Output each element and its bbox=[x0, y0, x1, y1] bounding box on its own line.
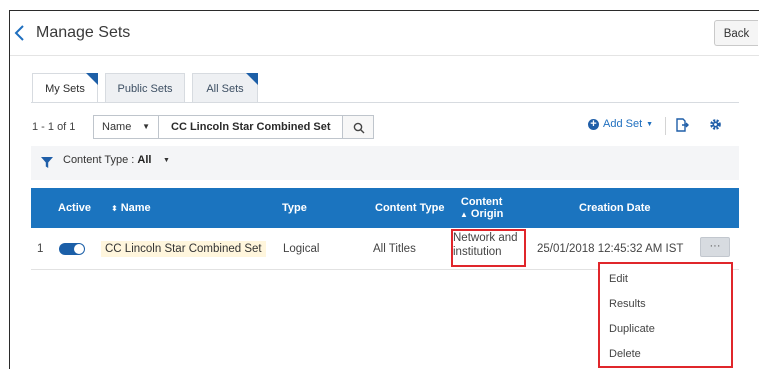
tabs-divider bbox=[31, 102, 739, 103]
row-content-type: All Titles bbox=[373, 243, 416, 255]
sort-icon: ⬍ bbox=[111, 203, 118, 213]
tab-public-sets[interactable]: Public Sets bbox=[105, 73, 185, 103]
row-name-cell[interactable]: CC Lincoln Star Combined Set bbox=[101, 228, 266, 270]
column-header-creation-date[interactable]: Creation Date bbox=[579, 188, 651, 228]
toggle-knob bbox=[74, 244, 84, 254]
row-type: Logical bbox=[283, 243, 320, 255]
caret-down-icon[interactable]: ▼ bbox=[163, 157, 170, 164]
result-count: 1 - 1 of 1 bbox=[32, 121, 76, 133]
column-header-name-label: Name bbox=[120, 202, 151, 214]
column-header-content-origin[interactable]: Content ▲ Origin bbox=[460, 188, 503, 228]
add-set-label: Add Set bbox=[603, 118, 643, 130]
search-input[interactable]: CC Lincoln Star Combined Set bbox=[158, 115, 343, 139]
search-field-label: Name bbox=[102, 121, 132, 133]
active-toggle[interactable] bbox=[59, 243, 85, 255]
export-icon[interactable] bbox=[675, 118, 689, 137]
caret-down-icon: ▼ bbox=[646, 120, 654, 128]
row-index: 1 bbox=[37, 243, 44, 255]
row-actions-menu: Edit Results Duplicate Delete bbox=[598, 262, 733, 368]
back-button[interactable]: Back bbox=[714, 20, 758, 46]
menu-item-edit[interactable]: Edit bbox=[609, 273, 628, 285]
column-header-content-origin-text: Origin bbox=[470, 207, 504, 220]
row-actions-button[interactable]: ··· bbox=[700, 237, 730, 257]
filter-label: Content Type : bbox=[63, 154, 135, 166]
tab-label: My Sets bbox=[45, 83, 85, 95]
filter-value: All bbox=[137, 154, 152, 166]
header-divider bbox=[10, 55, 759, 56]
tab-label: All Sets bbox=[206, 83, 244, 95]
plus-circle-icon: + bbox=[588, 118, 599, 130]
column-header-content-origin-line2: ▲ Origin bbox=[460, 208, 503, 221]
tab-all-sets[interactable]: All Sets bbox=[192, 73, 258, 103]
menu-item-duplicate[interactable]: Duplicate bbox=[609, 323, 655, 335]
menu-item-results[interactable]: Results bbox=[609, 298, 646, 310]
column-header-name[interactable]: ⬍ Name bbox=[111, 188, 151, 228]
tab-corner-marker bbox=[246, 73, 258, 85]
menu-item-delete[interactable]: Delete bbox=[609, 348, 641, 360]
sort-asc-icon: ▲ bbox=[460, 209, 468, 219]
search-field-select[interactable]: Name ▼ bbox=[93, 115, 159, 139]
toolbar-separator bbox=[665, 117, 666, 135]
frame-top-border bbox=[9, 10, 759, 11]
page-title: Manage Sets bbox=[36, 24, 131, 41]
gear-icon[interactable] bbox=[709, 118, 722, 136]
tab-corner-marker bbox=[86, 73, 98, 85]
chevron-left-icon[interactable] bbox=[13, 24, 31, 44]
filter-icon[interactable] bbox=[41, 155, 53, 173]
caret-down-icon: ▼ bbox=[142, 122, 150, 131]
tab-my-sets[interactable]: My Sets bbox=[32, 73, 98, 103]
highlight-box bbox=[451, 229, 526, 267]
content-type-filter[interactable]: Content Type : All bbox=[63, 154, 151, 166]
tab-label: Public Sets bbox=[117, 83, 173, 95]
set-name-link[interactable]: CC Lincoln Star Combined Set bbox=[101, 241, 266, 257]
column-header-content-type[interactable]: Content Type bbox=[375, 188, 444, 228]
column-header-type[interactable]: Type bbox=[282, 188, 307, 228]
search-icon bbox=[353, 122, 365, 134]
column-header-active[interactable]: Active bbox=[58, 188, 91, 228]
search-button[interactable] bbox=[342, 115, 374, 139]
frame-left-border bbox=[9, 10, 10, 369]
add-set-button[interactable]: + Add Set ▼ bbox=[588, 118, 653, 130]
column-header-content-origin-line1: Content bbox=[460, 195, 503, 208]
